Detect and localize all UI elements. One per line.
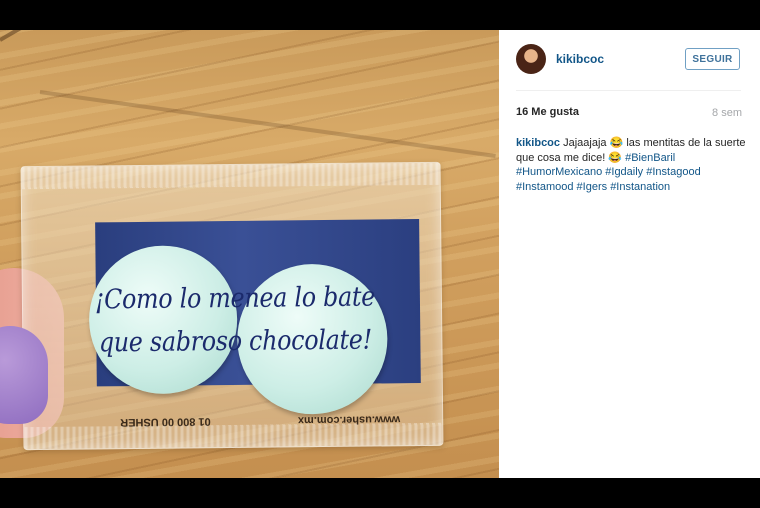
hashtag-link[interactable]: #Igers	[577, 181, 608, 193]
packet-line: que sabroso chocolate!	[98, 324, 373, 359]
follow-button[interactable]: SEGUIR	[685, 48, 740, 70]
hashtag-link[interactable]: #Igdaily	[605, 166, 643, 178]
divider	[516, 90, 741, 91]
hashtag-link[interactable]: #Instagood	[646, 166, 700, 178]
post-photo[interactable]: ¡Como lo menea lo bate que sabroso choco…	[0, 30, 499, 478]
wood-crack	[0, 30, 53, 42]
caption-username-link[interactable]: kikibcoc	[516, 137, 560, 149]
post-timestamp[interactable]: 8 sem	[712, 107, 742, 119]
wood-crack	[39, 90, 496, 159]
hashtag-link[interactable]: #BienBaril	[625, 152, 675, 164]
hashtag-link[interactable]: #Instanation	[610, 181, 670, 193]
hashtag-link[interactable]: #Instamood	[516, 181, 573, 193]
post-header: kikibcoc SEGUIR	[499, 30, 760, 88]
packet-line: ¡Como lo menea lo bate	[94, 281, 376, 316]
packet-seal	[21, 162, 440, 190]
packet-seal	[24, 422, 443, 450]
hashtag-link[interactable]: #HumorMexicano	[516, 166, 602, 178]
username-link[interactable]: kikibcoc	[556, 52, 604, 66]
fingernail	[0, 326, 48, 424]
likes-count[interactable]: 16 Me gusta	[516, 106, 579, 118]
candy-packet: ¡Como lo menea lo bate que sabroso choco…	[20, 161, 444, 451]
post-modal: ¡Como lo menea lo bate que sabroso choco…	[0, 30, 760, 478]
avatar[interactable]	[516, 44, 546, 74]
packet-message: ¡Como lo menea lo bate que sabroso choco…	[81, 275, 390, 365]
post-sidebar: kikibcoc SEGUIR 16 Me gusta 8 sem kikibc…	[499, 30, 760, 478]
caption: kikibcoc Jajaajaja 😂 las mentitas de la …	[516, 136, 746, 194]
